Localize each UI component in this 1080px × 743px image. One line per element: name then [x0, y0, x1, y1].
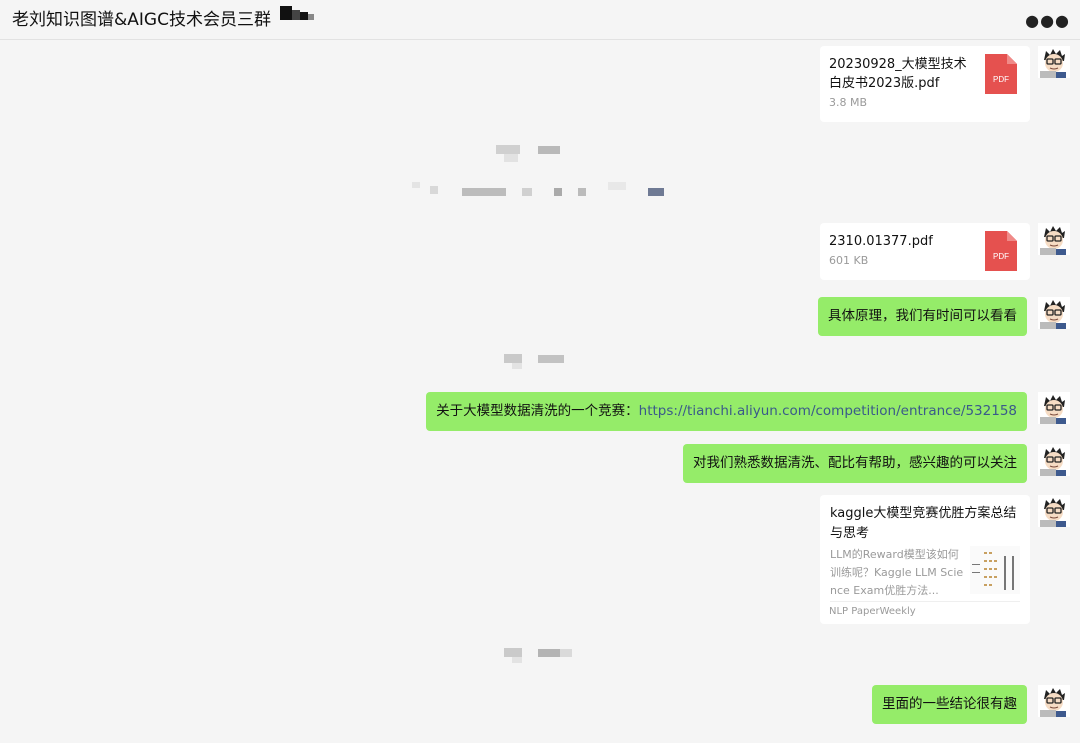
chat-header: 老刘知识图谱&AIGC技术会员三群 ●●●: [0, 0, 1080, 40]
message-link[interactable]: https://tianchi.aliyun.com/competition/e…: [639, 403, 1017, 419]
avatar-cartoon-icon: [1038, 46, 1070, 78]
user-avatar[interactable]: [1038, 46, 1070, 78]
user-avatar[interactable]: [1038, 685, 1070, 717]
file-message-pdf[interactable]: 2310.01377.pdf 601 KB PDF: [820, 223, 1030, 280]
message-text: 关于大模型数据清洗的一个竞赛：: [436, 403, 639, 419]
file-name: 2310.01377.pdf: [829, 234, 933, 249]
file-message-pdf[interactable]: 20230928_大模型技术白皮书2023版.pdf 3.8 MB PDF: [820, 46, 1030, 122]
card-divider: [830, 601, 1020, 602]
avatar-cartoon-icon: [1038, 223, 1070, 255]
avatar-cartoon-icon: [1038, 495, 1070, 527]
redacted-system-notice: [412, 182, 666, 198]
redacted-timestamp: [504, 648, 574, 664]
text-message-bubble[interactable]: 具体原理，我们有时间可以看看: [818, 297, 1027, 336]
link-card-title: kaggle大模型竞赛优胜方案总结与思考: [830, 506, 1017, 541]
text-message-bubble[interactable]: 对我们熟悉数据清洗、配比有帮助，感兴趣的可以关注: [683, 444, 1027, 483]
text-message-bubble[interactable]: 里面的一些结论很有趣: [872, 685, 1027, 724]
avatar-cartoon-icon: [1038, 685, 1070, 717]
file-name: 20230928_大模型技术白皮书2023版.pdf: [829, 57, 967, 91]
avatar-cartoon-icon: [1038, 444, 1070, 476]
text-message-bubble[interactable]: 关于大模型数据清洗的一个竞赛：https://tianchi.aliyun.co…: [426, 392, 1027, 431]
user-avatar[interactable]: [1038, 444, 1070, 476]
user-avatar[interactable]: [1038, 297, 1070, 329]
pdf-file-icon: PDF: [985, 54, 1017, 94]
more-horizontal-icon[interactable]: ●●●: [1025, 11, 1070, 30]
avatar-cartoon-icon: [1038, 392, 1070, 424]
user-avatar[interactable]: [1038, 495, 1070, 527]
link-share-card[interactable]: kaggle大模型竞赛优胜方案总结与思考 LLM的Reward模型该如何训练呢？…: [820, 495, 1030, 624]
file-size: 3.8 MB: [829, 96, 868, 109]
pdf-file-icon: PDF: [985, 231, 1017, 271]
redacted-timestamp: [496, 145, 566, 163]
redacted-title-suffix: [280, 6, 314, 22]
link-card-description: LLM的Reward模型该如何训练呢？Kaggle LLM Science Ex…: [830, 548, 964, 597]
article-thumbnail-image: [970, 546, 1020, 594]
svg-text:PDF: PDF: [993, 75, 1009, 84]
redacted-timestamp: [504, 354, 566, 370]
user-avatar[interactable]: [1038, 223, 1070, 255]
chat-title: 老刘知识图谱&AIGC技术会员三群: [12, 10, 271, 30]
avatar-cartoon-icon: [1038, 297, 1070, 329]
file-size: 601 KB: [829, 254, 869, 267]
link-card-source: NLP PaperWeekly: [829, 606, 916, 617]
user-avatar[interactable]: [1038, 392, 1070, 424]
svg-text:PDF: PDF: [993, 252, 1009, 261]
